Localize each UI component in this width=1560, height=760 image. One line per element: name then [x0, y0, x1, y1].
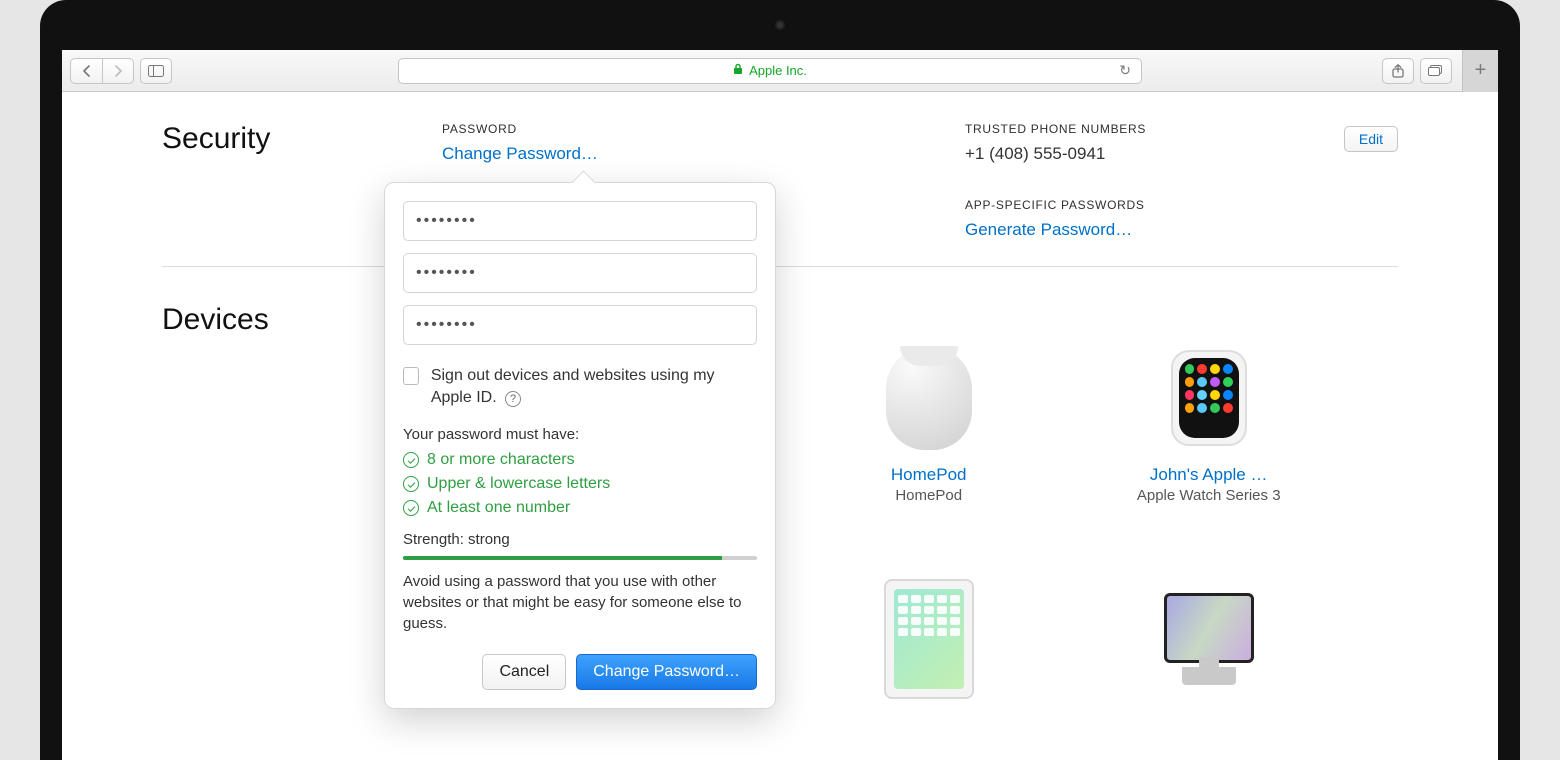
password-req-1: 8 or more characters [403, 451, 757, 469]
app-specific-label: APP-SPECIFIC PASSWORDS [965, 198, 1398, 212]
apple-watch-icon [1171, 350, 1247, 446]
homepod-icon [886, 346, 972, 450]
device-model: Apple Watch Series 3 [1137, 487, 1281, 504]
device-model: HomePod [895, 487, 962, 504]
laptop-frame: Apple Inc. ↻ + Security PASSWORD [40, 0, 1520, 760]
address-host: Apple Inc. [749, 63, 807, 78]
password-strength-bar [403, 556, 757, 560]
cancel-button-label: Cancel [499, 663, 549, 680]
lock-icon [733, 63, 743, 78]
check-icon [403, 452, 419, 468]
new-tab-button[interactable]: + [1462, 50, 1498, 92]
laptop-camera [775, 20, 785, 30]
back-button[interactable] [70, 58, 102, 84]
trusted-number-value: +1 (408) 555-0941 [965, 144, 1398, 164]
reload-icon[interactable]: ↻ [1119, 62, 1131, 79]
tabs-button[interactable] [1420, 58, 1452, 84]
req-text-3: At least one number [427, 499, 570, 517]
generate-password-link[interactable]: Generate Password… [965, 220, 1398, 240]
change-password-link[interactable]: Change Password… [442, 144, 875, 164]
password-strength-label: Strength: strong [403, 531, 757, 548]
password-advice-text: Avoid using a password that you use with… [403, 572, 757, 634]
change-password-button[interactable]: Change Password… [576, 654, 757, 690]
nav-back-forward [70, 58, 134, 84]
share-button[interactable] [1382, 58, 1414, 84]
password-req-2: Upper & lowercase letters [403, 475, 757, 493]
sidebar-toggle-button[interactable] [140, 58, 172, 84]
cancel-button[interactable]: Cancel [482, 654, 566, 690]
section-title-devices: Devices [162, 303, 269, 706]
ipad-icon [884, 579, 974, 699]
security-trusted-column: TRUSTED PHONE NUMBERS +1 (408) 555-0941 … [965, 122, 1398, 240]
password-label: PASSWORD [442, 122, 875, 136]
device-apple-watch[interactable]: John's Apple … Apple Watch Series 3 [1109, 343, 1309, 504]
password-req-3: At least one number [403, 499, 757, 517]
safari-toolbar: Apple Inc. ↻ + [62, 50, 1498, 92]
help-icon[interactable]: ? [505, 391, 521, 407]
address-bar[interactable]: Apple Inc. ↻ [398, 58, 1142, 84]
trusted-numbers-label: TRUSTED PHONE NUMBERS [965, 122, 1398, 136]
change-password-button-label: Change Password… [593, 663, 740, 680]
device-ipad[interactable] [829, 584, 1029, 706]
signout-checkbox-label: Sign out devices and websites using my A… [431, 365, 757, 408]
edit-security-button[interactable]: Edit [1344, 126, 1398, 152]
password-strength-fill [403, 556, 722, 560]
section-security: Security PASSWORD Change Password… TRUST… [162, 122, 1398, 267]
section-devices: Devices w. Learn more om V 4K [162, 267, 1398, 706]
change-password-popover: Sign out devices and websites using my A… [384, 182, 776, 709]
edit-button-label: Edit [1359, 131, 1383, 147]
verify-password-input[interactable] [403, 305, 757, 345]
device-imac[interactable] [1109, 584, 1309, 706]
page-body: Security PASSWORD Change Password… TRUST… [62, 92, 1498, 760]
current-password-input[interactable] [403, 201, 757, 241]
forward-button[interactable] [102, 58, 134, 84]
req-text-1: 8 or more characters [427, 451, 575, 469]
device-name: HomePod [891, 465, 967, 485]
password-requirements-title: Your password must have: [403, 426, 757, 443]
device-name: John's Apple … [1150, 465, 1268, 485]
signout-label-text: Sign out devices and websites using my A… [431, 367, 715, 406]
check-icon [403, 500, 419, 516]
device-homepod[interactable]: HomePod HomePod [829, 343, 1029, 504]
imac-icon [1154, 593, 1264, 685]
signout-checkbox[interactable] [403, 367, 419, 385]
new-password-input[interactable] [403, 253, 757, 293]
screen: Apple Inc. ↻ + Security PASSWORD [62, 50, 1498, 760]
req-text-2: Upper & lowercase letters [427, 475, 610, 493]
check-icon [403, 476, 419, 492]
